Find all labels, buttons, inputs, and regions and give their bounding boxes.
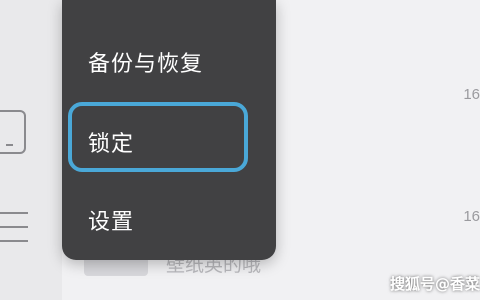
note-time: 16 xyxy=(463,208,480,225)
note-time: 16 xyxy=(463,86,480,103)
popup-menu: 备份与恢复 锁定 设置 xyxy=(62,0,276,260)
menu-item-lock[interactable]: 锁定 xyxy=(88,126,134,158)
app-screen: 16 锁 16 锁 壁纸英的哦 备份与恢复 锁定 设置 搜狐号@香菜 xyxy=(0,0,480,300)
menu-item-settings[interactable]: 设置 xyxy=(88,204,134,236)
note-icon[interactable] xyxy=(0,110,26,154)
watermark: 搜狐号@香菜 xyxy=(389,275,480,293)
menu-item-backup-restore[interactable]: 备份与恢复 xyxy=(88,46,203,78)
hamburger-menu-icon[interactable] xyxy=(0,212,28,248)
left-rail xyxy=(0,0,62,300)
